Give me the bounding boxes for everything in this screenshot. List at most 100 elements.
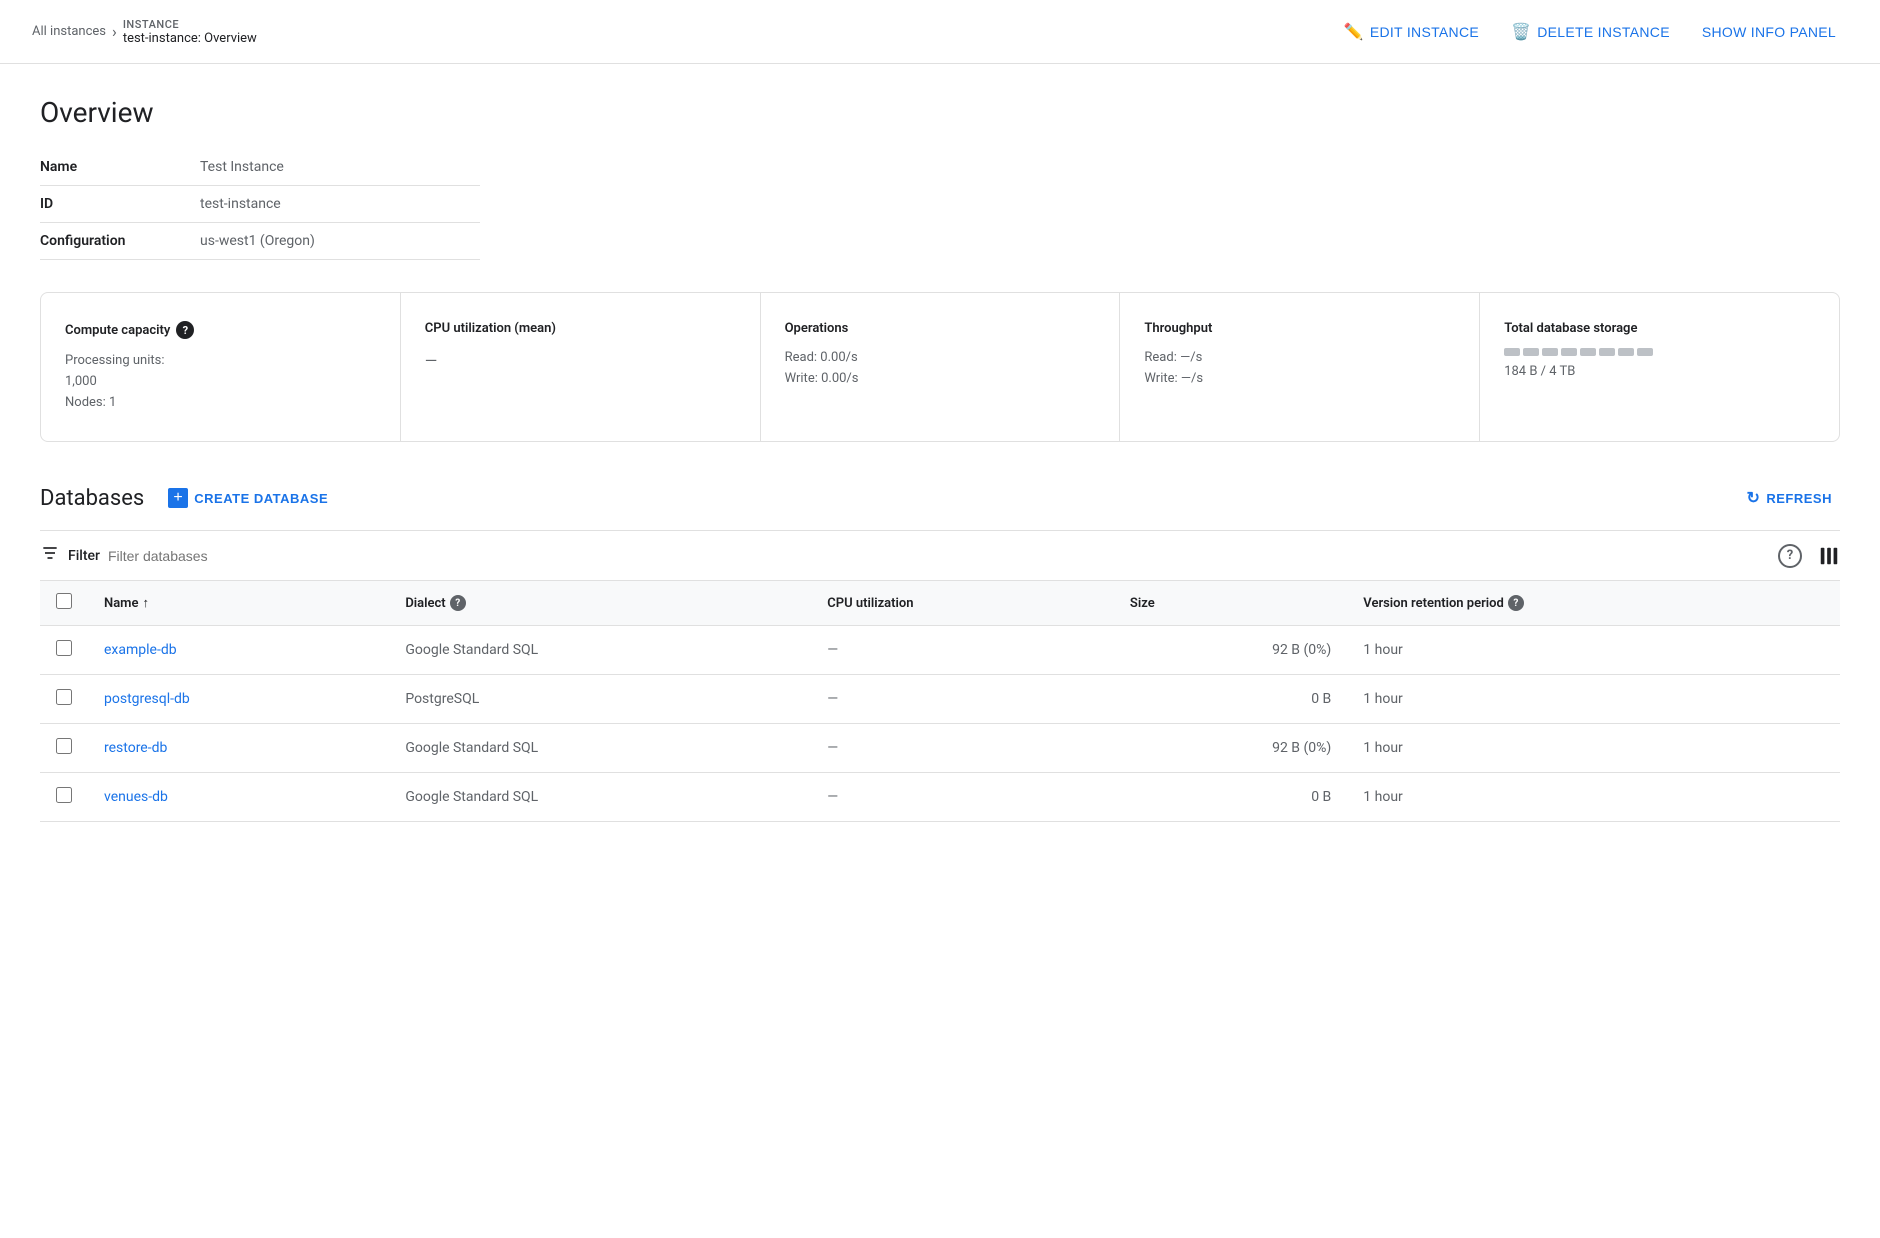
db-retention-cell: 1 hour [1347, 724, 1840, 773]
table-header-row: Name ↑ Dialect ? CPU utilization Size Ve… [40, 581, 1840, 626]
overview-value: test-instance [200, 186, 480, 223]
compute-value: Processing units: 1,000 Nodes: 1 [65, 351, 376, 413]
edit-icon: ✏️ [1344, 22, 1364, 42]
columns-icon[interactable] [1818, 545, 1840, 567]
compute-help-icon[interactable]: ? [176, 321, 194, 339]
row-checkbox-cell [40, 626, 88, 675]
db-name-cell[interactable]: restore-db [88, 724, 389, 773]
db-dialect-cell: Google Standard SQL [389, 724, 811, 773]
compute-capacity-section: Compute capacity ? Processing units: 1,0… [41, 293, 401, 441]
db-name-cell[interactable]: venues-db [88, 773, 389, 822]
row-checkbox[interactable] [56, 689, 72, 705]
db-name-cell[interactable]: postgresql-db [88, 675, 389, 724]
overview-table: Name Test Instance ID test-instance Conf… [40, 149, 480, 260]
storage-bar-used [1504, 348, 1520, 356]
compute-line3: Nodes: 1 [65, 393, 376, 414]
filter-left: Filter [40, 543, 308, 568]
storage-value: 184 B / 4 TB [1504, 362, 1815, 383]
create-database-button[interactable]: + CREATE DATABASE [160, 482, 336, 514]
db-retention-cell: 1 hour [1347, 675, 1840, 724]
storage-bar-seg5 [1580, 348, 1596, 356]
overview-row: Name Test Instance [40, 149, 480, 186]
col-retention: Version retention period ? [1347, 581, 1840, 626]
storage-label: Total database storage [1504, 321, 1815, 336]
throughput-value: Read: —/s Write: —/s [1144, 348, 1455, 390]
cpu-dash: — [425, 351, 438, 370]
col-dialect: Dialect ? [389, 581, 811, 626]
top-bar: All instances › INSTANCE test-instance: … [0, 0, 1880, 64]
overview-row: Configuration us-west1 (Oregon) [40, 223, 480, 260]
operations-label: Operations [785, 321, 1096, 336]
storage-bar-seg3 [1542, 348, 1558, 356]
delete-instance-button[interactable]: 🗑️ DELETE INSTANCE [1499, 14, 1682, 50]
db-dialect-cell: Google Standard SQL [389, 626, 811, 675]
storage-section: Total database storage 184 B / 4 TB [1480, 293, 1839, 441]
storage-bar-seg2 [1523, 348, 1539, 356]
operations-value: Read: 0.00/s Write: 0.00/s [785, 348, 1096, 390]
db-retention-cell: 1 hour [1347, 626, 1840, 675]
throughput-write: Write: —/s [1144, 369, 1455, 390]
overview-key: ID [40, 186, 200, 223]
compute-line1: Processing units: [65, 351, 376, 372]
name-sort-icon[interactable]: ↑ [142, 595, 149, 611]
databases-header: Databases + CREATE DATABASE ↻ REFRESH [40, 482, 1840, 514]
db-cpu-cell: — [811, 773, 1114, 822]
storage-bar [1504, 348, 1815, 356]
row-checkbox[interactable] [56, 640, 72, 656]
select-all-header [40, 581, 88, 626]
cpu-label: CPU utilization (mean) [425, 321, 736, 336]
cpu-value: — [425, 348, 736, 374]
storage-bar-seg4 [1561, 348, 1577, 356]
filter-input[interactable] [108, 548, 308, 564]
row-checkbox-cell [40, 724, 88, 773]
filter-label: Filter [68, 548, 100, 564]
throughput-read: Read: —/s [1144, 348, 1455, 369]
dialect-help-icon[interactable]: ? [450, 595, 466, 611]
row-checkbox-cell [40, 773, 88, 822]
plus-icon: + [168, 488, 188, 508]
refresh-button[interactable]: ↻ REFRESH [1738, 482, 1840, 514]
retention-help-icon[interactable]: ? [1508, 595, 1524, 611]
main-content: Overview Name Test Instance ID test-inst… [0, 64, 1880, 854]
table-body: example-db Google Standard SQL — 92 B (0… [40, 626, 1840, 822]
db-name-cell[interactable]: example-db [88, 626, 389, 675]
filter-row: Filter ? [40, 530, 1840, 581]
row-checkbox[interactable] [56, 738, 72, 754]
refresh-icon: ↻ [1746, 488, 1760, 508]
overview-key: Configuration [40, 223, 200, 260]
col-name: Name ↑ [88, 581, 389, 626]
row-checkbox-cell [40, 675, 88, 724]
instance-label: INSTANCE [123, 18, 257, 31]
instance-sub: test-instance: Overview [123, 31, 257, 46]
operations-read: Read: 0.00/s [785, 348, 1096, 369]
throughput-section: Throughput Read: —/s Write: —/s [1120, 293, 1480, 441]
table-row: postgresql-db PostgreSQL — 0 B 1 hour [40, 675, 1840, 724]
databases-title-row: Databases + CREATE DATABASE [40, 482, 336, 514]
edit-instance-button[interactable]: ✏️ EDIT INSTANCE [1332, 14, 1491, 50]
delete-icon: 🗑️ [1511, 22, 1531, 42]
db-cpu-cell: — [811, 675, 1114, 724]
storage-bar-seg7 [1618, 348, 1634, 356]
metrics-card: Compute capacity ? Processing units: 1,0… [40, 292, 1840, 442]
overview-row: ID test-instance [40, 186, 480, 223]
throughput-label: Throughput [1144, 321, 1455, 336]
table-row: venues-db Google Standard SQL — 0 B 1 ho… [40, 773, 1840, 822]
all-instances-link[interactable]: All instances [32, 24, 106, 39]
breadcrumb-chevron: › [112, 22, 117, 41]
db-cpu-cell: — [811, 724, 1114, 773]
operations-section: Operations Read: 0.00/s Write: 0.00/s [761, 293, 1121, 441]
table-row: example-db Google Standard SQL — 92 B (0… [40, 626, 1840, 675]
filter-help-icon[interactable]: ? [1778, 544, 1802, 568]
show-info-panel-button[interactable]: SHOW INFO PANEL [1690, 16, 1848, 48]
breadcrumb: All instances › INSTANCE test-instance: … [32, 18, 257, 46]
top-actions: ✏️ EDIT INSTANCE 🗑️ DELETE INSTANCE SHOW… [1332, 14, 1848, 50]
compute-label: Compute capacity ? [65, 321, 376, 339]
db-retention-cell: 1 hour [1347, 773, 1840, 822]
table-row: restore-db Google Standard SQL — 92 B (0… [40, 724, 1840, 773]
databases-title: Databases [40, 486, 144, 511]
operations-write: Write: 0.00/s [785, 369, 1096, 390]
overview-value: us-west1 (Oregon) [200, 223, 480, 260]
row-checkbox[interactable] [56, 787, 72, 803]
col-cpu: CPU utilization [811, 581, 1114, 626]
select-all-checkbox[interactable] [56, 593, 72, 609]
